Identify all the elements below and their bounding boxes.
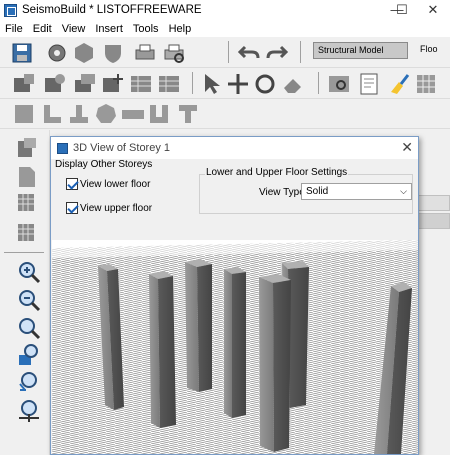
circle-section-icon[interactable]: [94, 102, 118, 126]
grid-edit-icon[interactable]: [15, 190, 39, 214]
menu-tools[interactable]: Tools: [128, 23, 164, 35]
zoom-out-icon[interactable]: [17, 288, 41, 312]
floor-settings-group: Lower and Upper Floor Settings: [205, 167, 349, 178]
close-button[interactable]: ✕: [418, 0, 448, 20]
window-title: SeismoBuild * LISTOFFREEWARE: [22, 4, 202, 16]
menu-bar: File Edit View Insert Tools Help: [0, 20, 450, 37]
pointer-icon[interactable]: [200, 72, 224, 96]
left-toolbar: [0, 130, 50, 455]
t2-section-icon[interactable]: [176, 102, 200, 126]
print-icon[interactable]: [133, 41, 157, 65]
column-4: [224, 267, 246, 418]
storey-3d-view-dialog: 3D View of Storey 1 ✕ Display Other Stor…: [50, 136, 419, 455]
redo-icon[interactable]: [265, 41, 289, 65]
t-section-icon[interactable]: [67, 102, 91, 126]
close-icon[interactable]: ✕: [401, 139, 413, 156]
bg-panel-row: [418, 195, 450, 211]
page-icon[interactable]: [15, 165, 39, 189]
dialog-title-bar: 3D View of Storey 1 ✕: [51, 137, 418, 159]
column-2: [149, 271, 176, 428]
eraser-icon[interactable]: [281, 72, 305, 96]
column-3: [185, 259, 212, 392]
settings-icon[interactable]: [45, 41, 69, 65]
u-section-icon[interactable]: [147, 102, 171, 126]
import-dwg-icon[interactable]: [12, 72, 36, 96]
view-upper-floor-checkbox[interactable]: [66, 202, 78, 214]
wall-section-icon[interactable]: [121, 102, 145, 126]
zoom-fit-icon[interactable]: [17, 316, 41, 340]
report-icon[interactable]: [357, 72, 381, 96]
grid-icon[interactable]: [414, 72, 438, 96]
shield-icon[interactable]: [101, 41, 125, 65]
3d-viewport[interactable]: [52, 240, 418, 454]
hexagon-icon[interactable]: [72, 41, 96, 65]
view-lower-floor-label: View lower floor: [80, 179, 151, 190]
app-icon: [4, 3, 17, 17]
column-6: [259, 274, 291, 452]
view-type-value: Solid: [306, 186, 329, 197]
grid-settings-icon[interactable]: [15, 220, 39, 244]
dwg-settings-icon[interactable]: [43, 72, 67, 96]
menu-edit[interactable]: Edit: [28, 23, 57, 35]
zoom-extents-icon[interactable]: [17, 370, 41, 394]
dwg-add-icon[interactable]: [101, 72, 125, 96]
view-lower-floor-checkbox[interactable]: [66, 178, 78, 190]
table-icon[interactable]: [129, 72, 153, 96]
floor-combo[interactable]: Floo: [420, 42, 450, 59]
l-section-icon[interactable]: [40, 102, 64, 126]
menu-insert[interactable]: Insert: [90, 23, 128, 35]
main-toolbar: Structural Model Floo: [0, 37, 450, 68]
right-area: [418, 130, 450, 455]
table-edit-icon[interactable]: [157, 72, 181, 96]
print-preview-icon[interactable]: [162, 41, 186, 65]
move-icon[interactable]: [226, 72, 250, 96]
view-type-label: View Type: [259, 187, 305, 198]
save-icon[interactable]: [10, 41, 34, 65]
insert-toolbar: [0, 68, 450, 99]
display-other-storeys-group: Display Other Storeys: [55, 159, 153, 170]
menu-view[interactable]: View: [57, 23, 91, 35]
dialog-title: 3D View of Storey 1: [73, 142, 171, 154]
inspect-icon[interactable]: [327, 72, 351, 96]
rect-section-icon[interactable]: [12, 102, 36, 126]
undo-icon[interactable]: [237, 41, 261, 65]
zoom-in-icon[interactable]: [17, 260, 41, 284]
3d-scene[interactable]: [52, 240, 418, 454]
menu-help[interactable]: Help: [164, 23, 197, 35]
view-upper-floor-label: View upper floor: [80, 203, 153, 214]
title-bar: SeismoBuild * LISTOFFREEWARE — ☐ ✕: [0, 0, 450, 20]
zoom-pan-icon[interactable]: [17, 398, 41, 422]
maximize-button[interactable]: ☐: [387, 0, 417, 20]
dwg-layer-icon[interactable]: [73, 72, 97, 96]
bg-panel-row-2: [418, 213, 450, 229]
menu-file[interactable]: File: [0, 23, 28, 35]
dialog-app-icon: [57, 142, 68, 154]
dwg-export-icon[interactable]: [15, 136, 39, 160]
shapes-toolbar: [0, 99, 450, 129]
model-combo[interactable]: Structural Model: [313, 42, 408, 59]
rotate-icon[interactable]: [253, 72, 277, 96]
zoom-window-icon[interactable]: [17, 343, 41, 367]
chevron-down-icon: ⌵: [400, 186, 407, 196]
view-type-select[interactable]: Solid ⌵: [301, 183, 412, 200]
clean-icon[interactable]: [387, 72, 411, 96]
